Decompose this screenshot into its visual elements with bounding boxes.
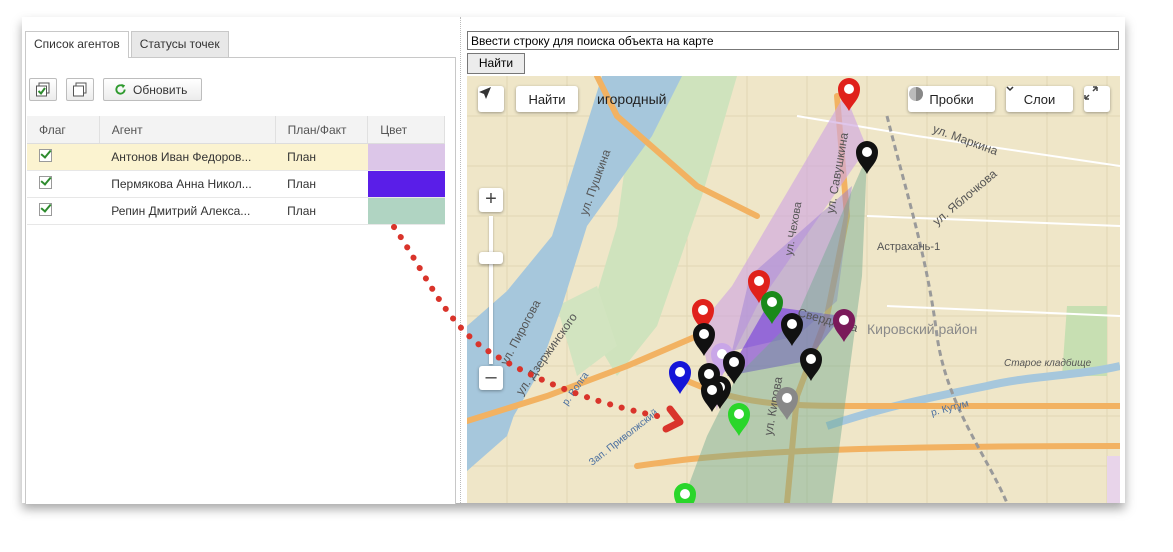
app-window: Список агентов Статусы точек Обновить Фл… [22, 17, 1125, 504]
tab-agents-list[interactable]: Список агентов [25, 31, 129, 58]
annotation-dotted-line [391, 224, 665, 420]
annotation-overlay [391, 224, 684, 433]
annotation-arrowhead-icon [662, 405, 684, 433]
